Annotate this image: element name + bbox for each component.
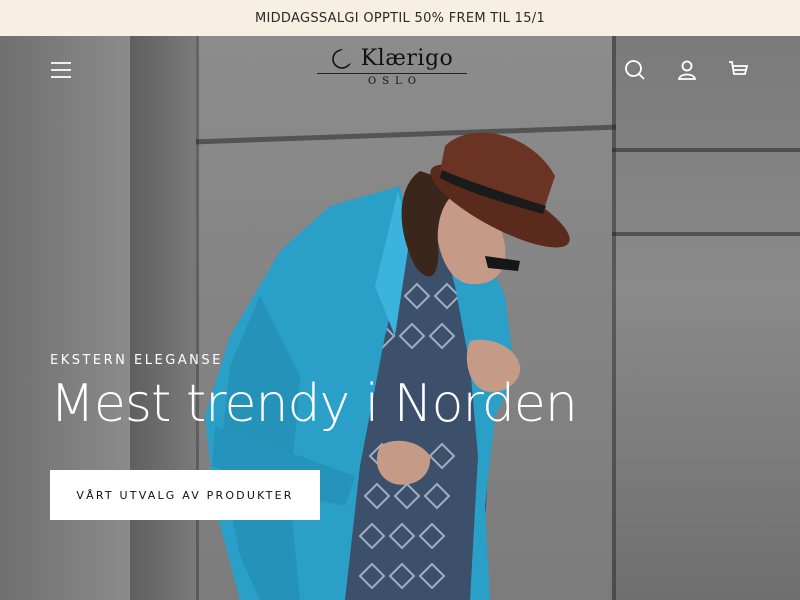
announcement-text: MIDDAGSSALGI OPPTIL 50% FREM TIL 15/1 <box>254 10 546 26</box>
logo-moon-icon <box>331 48 353 69</box>
wall-seam <box>612 148 800 152</box>
wall-right <box>612 36 800 600</box>
account-button[interactable] <box>673 56 701 84</box>
hero-eyebrow: EKSTERN ELEGANSE <box>50 353 223 368</box>
site-logo[interactable]: Klærigo OSLO <box>312 46 472 96</box>
wall-seam <box>612 232 800 236</box>
menu-button[interactable] <box>47 56 75 84</box>
cart-icon <box>729 61 749 75</box>
site-header: Klærigo OSLO <box>0 36 800 104</box>
search-icon <box>625 60 645 80</box>
wall-seam <box>612 36 616 600</box>
hero-headline: Mest trendy i Norden <box>50 374 578 434</box>
search-button[interactable] <box>621 56 649 84</box>
cart-button[interactable] <box>724 56 752 84</box>
logo-name: Klærigo <box>360 46 454 71</box>
account-icon <box>677 60 697 80</box>
logo-divider <box>317 73 467 74</box>
logo-subtitle: OSLO <box>368 76 422 87</box>
announcement-bar: MIDDAGSSALGI OPPTIL 50% FREM TIL 15/1 <box>0 0 800 36</box>
shop-products-button[interactable]: VÅRT UTVALG AV PRODUKTER <box>50 470 320 520</box>
hero-text: EKSTERN ELEGANSE Mest trendy i Norden <box>50 353 578 434</box>
menu-icon <box>51 62 71 78</box>
